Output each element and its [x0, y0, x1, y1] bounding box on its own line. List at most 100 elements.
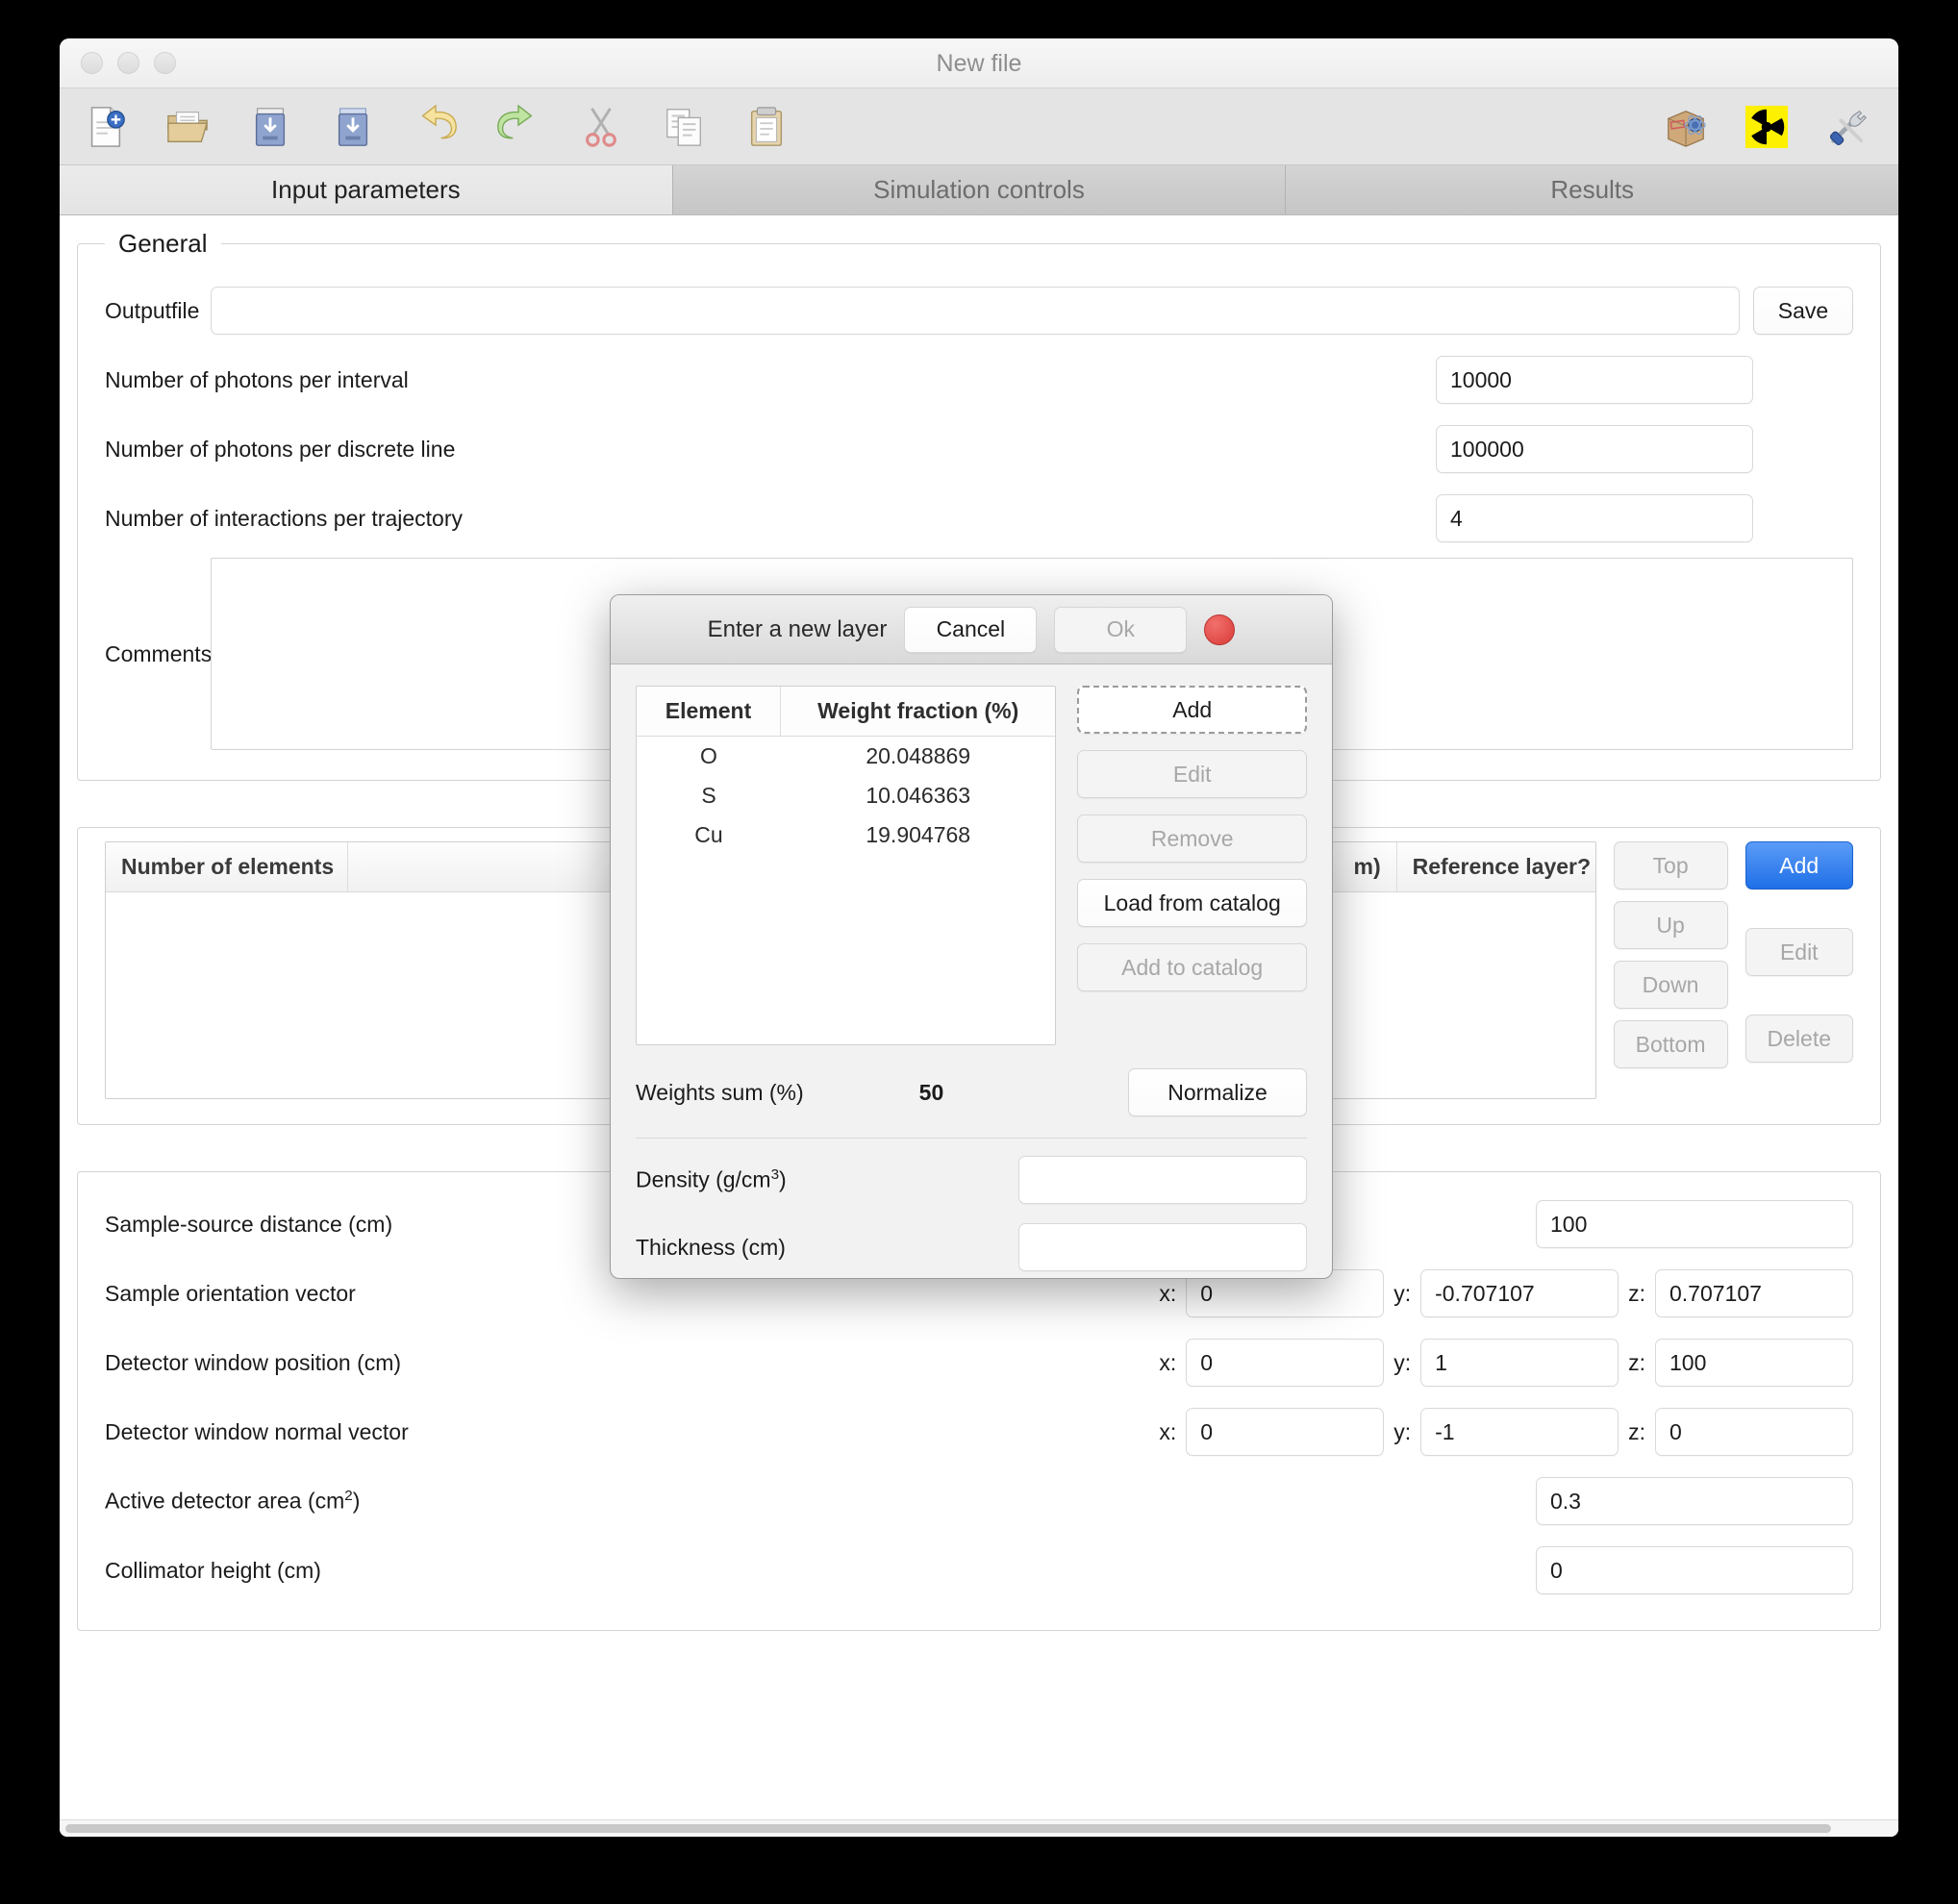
active-area-label-post: ) [352, 1488, 361, 1514]
normalize-label: Normalize [1167, 1079, 1268, 1105]
layer-down-button[interactable]: Down [1613, 961, 1728, 1009]
dialog-body: Element Weight fraction (%) O 20.048869 … [611, 664, 1332, 1278]
collimator-height-row: Collimator height (cm) [105, 1536, 1853, 1605]
horizontal-scrollbar[interactable] [60, 1819, 1898, 1837]
weights-sum-row: Weights sum (%) 50 Normalize [636, 1068, 1307, 1116]
element-table-header: Element Weight fraction (%) [637, 687, 1056, 737]
table-row[interactable]: Cu 19.904768 [637, 815, 1055, 855]
element-edit-label: Edit [1172, 761, 1212, 787]
package-atom-icon[interactable] [1664, 105, 1708, 149]
interactions-input[interactable] [1436, 494, 1753, 542]
title-bar: New file [60, 38, 1898, 88]
detector-normal-z-input[interactable] [1655, 1408, 1853, 1456]
axis-y-label: y: [1393, 1349, 1412, 1375]
zoom-button[interactable] [154, 52, 176, 74]
interactions-label: Number of interactions per trajectory [105, 505, 463, 531]
undo-icon[interactable] [414, 104, 458, 149]
main-tabs: Input parameters Simulation controls Res… [60, 165, 1898, 215]
add-to-catalog-button[interactable]: Add to catalog [1077, 943, 1307, 991]
outputfile-input[interactable] [211, 287, 1740, 335]
photons-line-label: Number of photons per discrete line [105, 436, 456, 462]
open-folder-icon[interactable] [165, 105, 210, 149]
tab-input-parameters[interactable]: Input parameters [60, 165, 673, 214]
normalize-button[interactable]: Normalize [1128, 1068, 1307, 1116]
layer-add-button[interactable]: Add [1745, 841, 1853, 889]
column-number-of-elements[interactable]: Number of elements [106, 842, 348, 891]
layer-bottom-label: Bottom [1635, 1031, 1706, 1057]
detector-position-x-input[interactable] [1186, 1339, 1385, 1387]
density-input[interactable] [1018, 1156, 1307, 1204]
axis-y-label: y: [1393, 1280, 1412, 1306]
save-button[interactable]: Save [1753, 287, 1853, 335]
axis-x-label: x: [1159, 1418, 1177, 1444]
layer-edit-label: Edit [1779, 939, 1819, 965]
layer-top-label: Top [1652, 852, 1689, 878]
layer-order-buttons: Top Up Down Bottom [1613, 841, 1728, 1068]
axis-z-label: z: [1628, 1280, 1645, 1306]
layer-bottom-button[interactable]: Bottom [1613, 1020, 1728, 1068]
element-table[interactable]: Element Weight fraction (%) O 20.048869 … [636, 686, 1057, 1045]
axis-z-label: z: [1628, 1418, 1645, 1444]
table-row[interactable]: S 10.046363 [637, 776, 1055, 815]
detector-normal-vector: x: y: z: [1159, 1408, 1853, 1456]
column-element[interactable]: Element [637, 687, 781, 736]
element-remove-label: Remove [1150, 825, 1234, 851]
layer-down-label: Down [1642, 971, 1699, 997]
column-weight-fraction[interactable]: Weight fraction (%) [781, 687, 1055, 736]
element-edit-button[interactable]: Edit [1077, 750, 1307, 798]
new-file-icon[interactable] [83, 105, 127, 149]
detector-position-row: Detector window position (cm) x: y: z: [105, 1328, 1853, 1397]
photons-line-input[interactable] [1436, 425, 1753, 473]
element-remove-button[interactable]: Remove [1077, 814, 1307, 863]
layer-up-button[interactable]: Up [1613, 901, 1728, 949]
save-icon[interactable] [248, 105, 292, 149]
element-weight: 20.048869 [866, 743, 971, 768]
tab-label: Simulation controls [873, 175, 1085, 204]
detector-normal-x-input[interactable] [1186, 1408, 1385, 1456]
copy-icon[interactable] [662, 105, 706, 149]
dialog-cancel-button[interactable]: Cancel [904, 606, 1038, 653]
scrollbar-thumb[interactable] [65, 1824, 1831, 1833]
sample-orientation-z-input[interactable] [1655, 1269, 1853, 1317]
close-button[interactable] [81, 52, 103, 74]
layer-up-label: Up [1656, 912, 1685, 938]
collimator-height-input[interactable] [1536, 1546, 1853, 1594]
tab-results[interactable]: Results [1286, 165, 1898, 214]
table-row[interactable]: O 20.048869 [637, 737, 1055, 776]
column-reference-layer[interactable]: Reference layer? [1397, 842, 1595, 891]
layer-top-button[interactable]: Top [1613, 841, 1728, 889]
thickness-input[interactable] [1018, 1223, 1307, 1271]
thickness-label: Thickness (cm) [636, 1234, 786, 1260]
paste-icon[interactable] [744, 105, 789, 149]
weights-sum-value: 50 [918, 1079, 944, 1105]
detector-position-z-input[interactable] [1655, 1339, 1853, 1387]
photons-interval-input[interactable] [1436, 356, 1753, 404]
sample-source-distance-input[interactable] [1536, 1200, 1853, 1248]
save-as-icon[interactable] [331, 105, 375, 149]
active-detector-area-input[interactable] [1536, 1477, 1853, 1525]
sample-source-distance-label: Sample-source distance (cm) [105, 1211, 393, 1237]
cut-icon[interactable] [579, 105, 623, 149]
layer-delete-button[interactable]: Delete [1745, 1015, 1853, 1063]
element-action-buttons: Add Edit Remove Load from catalog Add to… [1077, 686, 1307, 1045]
radiation-icon[interactable] [1745, 105, 1789, 149]
density-exponent: 3 [770, 1166, 780, 1184]
axis-y-label: y: [1393, 1418, 1412, 1444]
redo-icon[interactable] [496, 104, 540, 149]
element-add-button[interactable]: Add [1077, 686, 1307, 734]
detector-position-y-input[interactable] [1420, 1339, 1619, 1387]
weights-sum-label: Weights sum (%) [636, 1079, 804, 1105]
tab-label: Results [1550, 175, 1635, 204]
load-from-catalog-button[interactable]: Load from catalog [1077, 879, 1307, 927]
interactions-row: Number of interactions per trajectory [105, 484, 1853, 553]
dialog-ok-button[interactable]: Ok [1054, 606, 1188, 653]
tab-simulation-controls[interactable]: Simulation controls [672, 165, 1287, 214]
general-legend: General [118, 229, 208, 258]
density-label-post: ) [779, 1166, 787, 1192]
detector-normal-y-input[interactable] [1420, 1408, 1619, 1456]
dialog-header: Enter a new layer Cancel Ok [611, 595, 1332, 664]
layer-edit-button[interactable]: Edit [1745, 928, 1853, 976]
sample-orientation-y-input[interactable] [1420, 1269, 1619, 1317]
tools-icon[interactable] [1825, 105, 1870, 149]
minimize-button[interactable] [117, 52, 139, 74]
